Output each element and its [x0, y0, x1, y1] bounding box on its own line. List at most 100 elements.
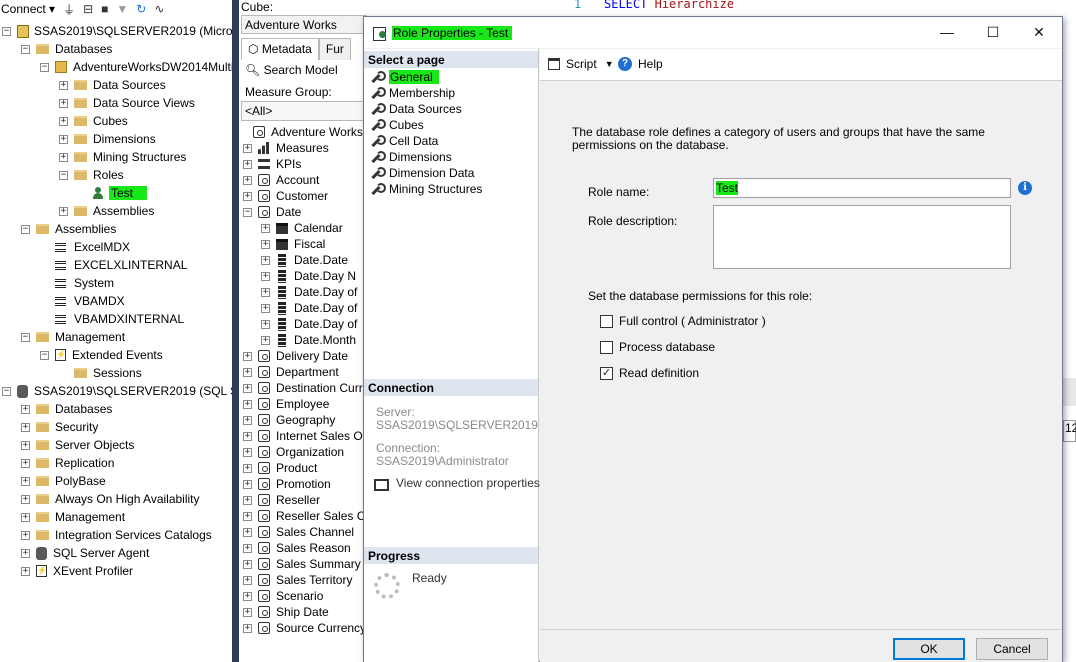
tree-node[interactable]: + Data Source Views — [59, 94, 195, 112]
metadata-node[interactable]: + Destination Curr — [243, 380, 363, 396]
stop-icon[interactable]: ■ — [101, 2, 108, 16]
expand-icon[interactable]: + — [21, 404, 30, 414]
metadata-node[interactable]: + Sales Reason — [243, 540, 351, 556]
measure-group-select[interactable]: <All> — [241, 101, 367, 121]
expand-icon[interactable]: + — [59, 134, 68, 144]
page-item-membership[interactable]: Membership — [370, 85, 455, 101]
tab-functions[interactable]: Fur — [318, 38, 351, 60]
tree-node[interactable]: − Assemblies — [21, 220, 116, 238]
expand-icon[interactable]: + — [243, 479, 252, 489]
metadata-node[interactable]: + Date.Day N — [261, 268, 356, 284]
tree-node[interactable]: Test — [78, 184, 148, 202]
expand-icon[interactable]: + — [59, 116, 68, 126]
expand-icon[interactable]: + — [261, 239, 270, 249]
metadata-node[interactable]: + Sales Summary — [243, 556, 361, 572]
expand-icon[interactable]: + — [21, 512, 30, 522]
page-item-mining-structures[interactable]: Mining Structures — [370, 181, 482, 197]
metadata-node[interactable]: + Reseller — [243, 492, 320, 508]
tree-node[interactable]: − Management — [21, 328, 125, 346]
metadata-node[interactable]: Adventure Works — [253, 124, 363, 140]
minimize-button[interactable]: — — [924, 17, 970, 48]
tree-node[interactable]: Sessions — [59, 364, 142, 382]
expand-icon[interactable]: + — [243, 175, 252, 185]
metadata-node[interactable]: + Promotion — [243, 476, 331, 492]
expand-icon[interactable]: + — [261, 271, 270, 281]
tree-node[interactable]: + Mining Structures — [59, 148, 186, 166]
script-button[interactable]: Script ▼ — [548, 57, 614, 71]
metadata-node[interactable]: + Employee — [243, 396, 329, 412]
metadata-node[interactable]: + Product — [243, 460, 317, 476]
expand-icon[interactable]: + — [243, 559, 252, 569]
expand-icon[interactable]: + — [243, 383, 252, 393]
tree-node[interactable]: System — [40, 274, 114, 292]
metadata-node[interactable]: + Reseller Sales C — [243, 508, 365, 524]
checkbox-checked[interactable]: ✓ — [600, 366, 613, 380]
expand-icon[interactable]: + — [21, 458, 30, 468]
view-connection-properties-link[interactable]: View connection properties — [374, 476, 540, 491]
page-item-cubes[interactable]: Cubes — [370, 117, 424, 133]
expand-icon[interactable]: + — [243, 543, 252, 553]
role-description-field[interactable] — [713, 205, 1011, 269]
expand-icon[interactable]: + — [243, 191, 252, 201]
page-item-cell-data[interactable]: Cell Data — [370, 133, 438, 149]
expand-icon[interactable]: + — [243, 447, 252, 457]
search-model-button[interactable]: 🔍︎ Search Model — [245, 63, 338, 77]
page-item-dimension-data[interactable]: Dimension Data — [370, 165, 474, 181]
expand-icon[interactable]: + — [59, 152, 68, 162]
metadata-node[interactable]: + Fiscal — [261, 236, 325, 252]
tree-node[interactable]: + Cubes — [59, 112, 128, 130]
expand-icon[interactable]: + — [243, 607, 252, 617]
metadata-node[interactable]: + KPIs — [243, 156, 301, 172]
metadata-node[interactable]: + Department — [243, 364, 339, 380]
metadata-node[interactable]: + Customer — [243, 188, 328, 204]
metadata-node[interactable]: + Ship Date — [243, 604, 329, 620]
collapse-icon[interactable]: − — [59, 170, 68, 180]
expand-icon[interactable]: + — [243, 463, 252, 473]
expand-icon[interactable]: + — [261, 223, 270, 233]
metadata-node[interactable]: + Organization — [243, 444, 344, 460]
metadata-node[interactable]: + Date.Day of — [261, 316, 357, 332]
collapse-icon[interactable]: − — [40, 350, 49, 360]
expand-icon[interactable]: + — [59, 206, 68, 216]
metadata-node[interactable]: + Delivery Date — [243, 348, 348, 364]
filter-icon[interactable]: ▼ — [116, 2, 128, 16]
expand-icon[interactable]: + — [261, 287, 270, 297]
collapse-icon[interactable]: − — [21, 332, 30, 342]
help-button[interactable]: ? Help — [618, 57, 663, 71]
tree-node[interactable]: VBAMDX — [40, 292, 125, 310]
tree-node[interactable]: + Replication — [21, 454, 114, 472]
expand-icon[interactable]: + — [243, 575, 252, 585]
disconnect-icon[interactable]: ⊟ — [83, 2, 93, 16]
tree-node[interactable]: − Databases — [21, 40, 112, 58]
collapse-icon[interactable]: − — [21, 224, 30, 234]
metadata-node[interactable]: + Measures — [243, 140, 329, 156]
permission-option[interactable]: Full control ( Administrator ) — [600, 314, 766, 328]
metadata-node[interactable]: + Internet Sales O — [243, 428, 363, 444]
cube-selector[interactable]: Adventure Works — [241, 15, 367, 34]
metadata-node[interactable]: + Account — [243, 172, 319, 188]
tree-node[interactable]: + PolyBase — [21, 472, 106, 490]
expand-icon[interactable]: + — [243, 511, 252, 521]
tree-node[interactable]: + Databases — [21, 400, 112, 418]
metadata-node[interactable]: + Sales Territory — [243, 572, 352, 588]
expand-icon[interactable]: + — [21, 422, 30, 432]
permission-option[interactable]: ✓ Read definition — [600, 366, 699, 380]
tree-node[interactable]: + Data Sources — [59, 76, 166, 94]
collapse-icon[interactable]: − — [2, 26, 11, 36]
expand-icon[interactable]: + — [21, 530, 30, 540]
tree-node[interactable]: VBAMDXINTERNAL — [40, 310, 184, 328]
ok-button[interactable]: OK — [893, 638, 965, 660]
metadata-node[interactable]: + Geography — [243, 412, 335, 428]
expand-icon[interactable]: + — [243, 495, 252, 505]
collapse-icon[interactable]: − — [243, 207, 252, 217]
tree-node[interactable]: + Security — [21, 418, 98, 436]
tree-node[interactable]: + Dimensions — [59, 130, 156, 148]
page-item-general[interactable]: General — [370, 69, 439, 85]
panel-splitter[interactable] — [232, 0, 239, 662]
tab-metadata[interactable]: ⬡ Metadata — [241, 38, 319, 60]
cancel-button[interactable]: Cancel — [976, 638, 1048, 660]
mdx-query-editor[interactable]: 1 SELECT Hierarchize — [548, 0, 1076, 16]
expand-icon[interactable]: + — [261, 319, 270, 329]
expand-icon[interactable]: + — [243, 351, 252, 361]
expand-icon[interactable]: + — [243, 159, 252, 169]
